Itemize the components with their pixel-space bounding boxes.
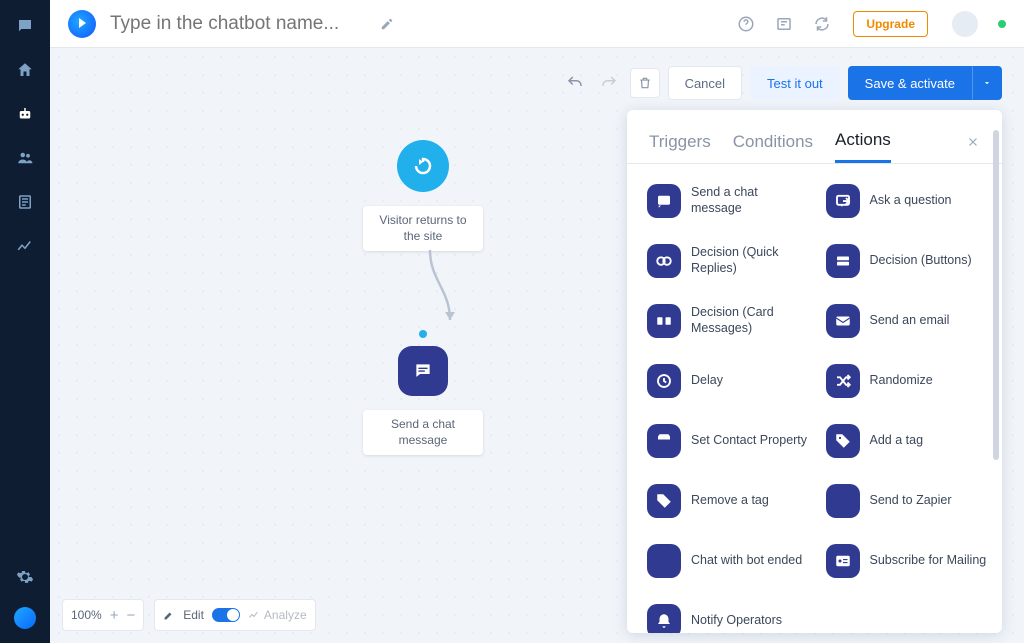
- randomize-icon: [826, 364, 860, 398]
- send-an-email-icon: [826, 304, 860, 338]
- action-label: Chat with bot ended: [691, 553, 802, 569]
- sidebar: [0, 0, 50, 643]
- action-label: Randomize: [870, 373, 933, 389]
- add-a-tag-icon: [826, 424, 860, 458]
- tab-triggers[interactable]: Triggers: [649, 132, 711, 162]
- decision-buttons-icon: [826, 244, 860, 278]
- connector-dot: [419, 330, 427, 338]
- start-node[interactable]: Visitor returns to the site: [353, 140, 493, 251]
- actions-panel: Triggers Conditions Actions Send a chat …: [627, 110, 1002, 633]
- panel-scrollbar[interactable]: [993, 130, 999, 460]
- subscribe-for-mailing-icon: [826, 544, 860, 578]
- chatbot-name-input[interactable]: [108, 12, 368, 36]
- save-dropdown-button[interactable]: [972, 66, 1002, 100]
- undo-icon[interactable]: [562, 70, 588, 96]
- action-chat-with-bot-ended[interactable]: Chat with bot ended: [641, 536, 816, 586]
- action-label: Delay: [691, 373, 723, 389]
- action-label: Notify Operators: [691, 613, 782, 629]
- action-notify-operators[interactable]: Notify Operators: [641, 596, 816, 633]
- nav-analytics-icon[interactable]: [15, 236, 35, 256]
- action-remove-a-tag[interactable]: Remove a tag: [641, 476, 816, 526]
- action-label: Decision (Buttons): [870, 253, 972, 269]
- action-node[interactable]: Send a chat message: [353, 330, 493, 455]
- nav-chat-icon[interactable]: [15, 16, 35, 36]
- delete-icon[interactable]: [630, 68, 660, 98]
- action-label: Send to Zapier: [870, 493, 952, 509]
- set-contact-property-icon: [647, 424, 681, 458]
- send-a-chat-message-icon: [647, 184, 681, 218]
- action-label: Remove a tag: [691, 493, 769, 509]
- action-send-an-email[interactable]: Send an email: [820, 296, 995, 346]
- close-icon[interactable]: [966, 135, 980, 159]
- action-subscribe-for-mailing[interactable]: Subscribe for Mailing: [820, 536, 995, 586]
- send-to-zapier-icon: [826, 484, 860, 518]
- zoom-control: 100% + −: [62, 599, 144, 631]
- nav-bot-icon[interactable]: [15, 104, 35, 124]
- edit-mode-label: Edit: [183, 608, 204, 622]
- decision-card-messages-icon: [647, 304, 681, 338]
- delay-icon: [647, 364, 681, 398]
- brand-blob-icon: [14, 607, 36, 629]
- avatar[interactable]: [952, 11, 978, 37]
- return-arrow-icon: [397, 140, 449, 192]
- zoom-out-button[interactable]: −: [126, 608, 135, 623]
- action-decision-card-messages[interactable]: Decision (Card Messages): [641, 296, 816, 346]
- chat-with-bot-ended-icon: [647, 544, 681, 578]
- action-ask-a-question[interactable]: Ask a question: [820, 176, 995, 226]
- analyze-mode-label[interactable]: Analyze: [248, 608, 307, 622]
- zoom-in-button[interactable]: +: [110, 608, 119, 623]
- decision-quick-replies-icon: [647, 244, 681, 278]
- help-icon[interactable]: [737, 15, 755, 33]
- upgrade-button[interactable]: Upgrade: [853, 11, 928, 37]
- action-node-label: Send a chat message: [363, 410, 483, 455]
- canvas-footer: 100% + − Edit Analyze: [62, 599, 316, 631]
- action-label: Send an email: [870, 313, 950, 329]
- nav-settings-icon[interactable]: [15, 567, 35, 587]
- action-delay[interactable]: Delay: [641, 356, 816, 406]
- nav-home-icon[interactable]: [15, 60, 35, 80]
- mode-toggle[interactable]: [212, 608, 240, 622]
- action-label: Subscribe for Mailing: [870, 553, 987, 569]
- action-label: Ask a question: [870, 193, 952, 209]
- start-node-label: Visitor returns to the site: [363, 206, 483, 251]
- pencil-small-icon: [163, 609, 175, 621]
- zoom-value: 100%: [71, 608, 102, 622]
- status-dot: [998, 20, 1006, 28]
- notify-operators-icon: [647, 604, 681, 633]
- chat-message-icon: [398, 346, 448, 396]
- remove-a-tag-icon: [647, 484, 681, 518]
- canvas[interactable]: Cancel Test it out Save & activate Visit…: [50, 48, 1024, 643]
- nav-contacts-icon[interactable]: [15, 148, 35, 168]
- nav-templates-icon[interactable]: [15, 192, 35, 212]
- action-label: Set Contact Property: [691, 433, 807, 449]
- connector-arrow: [420, 250, 460, 330]
- pencil-icon[interactable]: [380, 17, 394, 31]
- cancel-button[interactable]: Cancel: [668, 66, 742, 100]
- redo-icon[interactable]: [596, 70, 622, 96]
- action-randomize[interactable]: Randomize: [820, 356, 995, 406]
- action-add-a-tag[interactable]: Add a tag: [820, 416, 995, 466]
- tab-conditions[interactable]: Conditions: [733, 132, 813, 162]
- action-set-contact-property[interactable]: Set Contact Property: [641, 416, 816, 466]
- save-activate-button[interactable]: Save & activate: [848, 66, 972, 100]
- test-button[interactable]: Test it out: [750, 66, 840, 100]
- action-label: Add a tag: [870, 433, 924, 449]
- mode-switch: Edit Analyze: [154, 599, 315, 631]
- action-decision-quick-replies[interactable]: Decision (Quick Replies): [641, 236, 816, 286]
- header: Upgrade: [50, 0, 1024, 48]
- action-decision-buttons[interactable]: Decision (Buttons): [820, 236, 995, 286]
- canvas-toolbar: Cancel Test it out Save & activate: [562, 66, 1002, 100]
- action-label: Decision (Card Messages): [691, 305, 810, 336]
- brand-logo-icon: [68, 10, 96, 38]
- tab-actions[interactable]: Actions: [835, 130, 891, 163]
- action-label: Send a chat message: [691, 185, 810, 216]
- action-send-to-zapier[interactable]: Send to Zapier: [820, 476, 995, 526]
- action-label: Decision (Quick Replies): [691, 245, 810, 276]
- news-icon[interactable]: [775, 15, 793, 33]
- action-send-a-chat-message[interactable]: Send a chat message: [641, 176, 816, 226]
- ask-a-question-icon: [826, 184, 860, 218]
- refresh-icon[interactable]: [813, 15, 831, 33]
